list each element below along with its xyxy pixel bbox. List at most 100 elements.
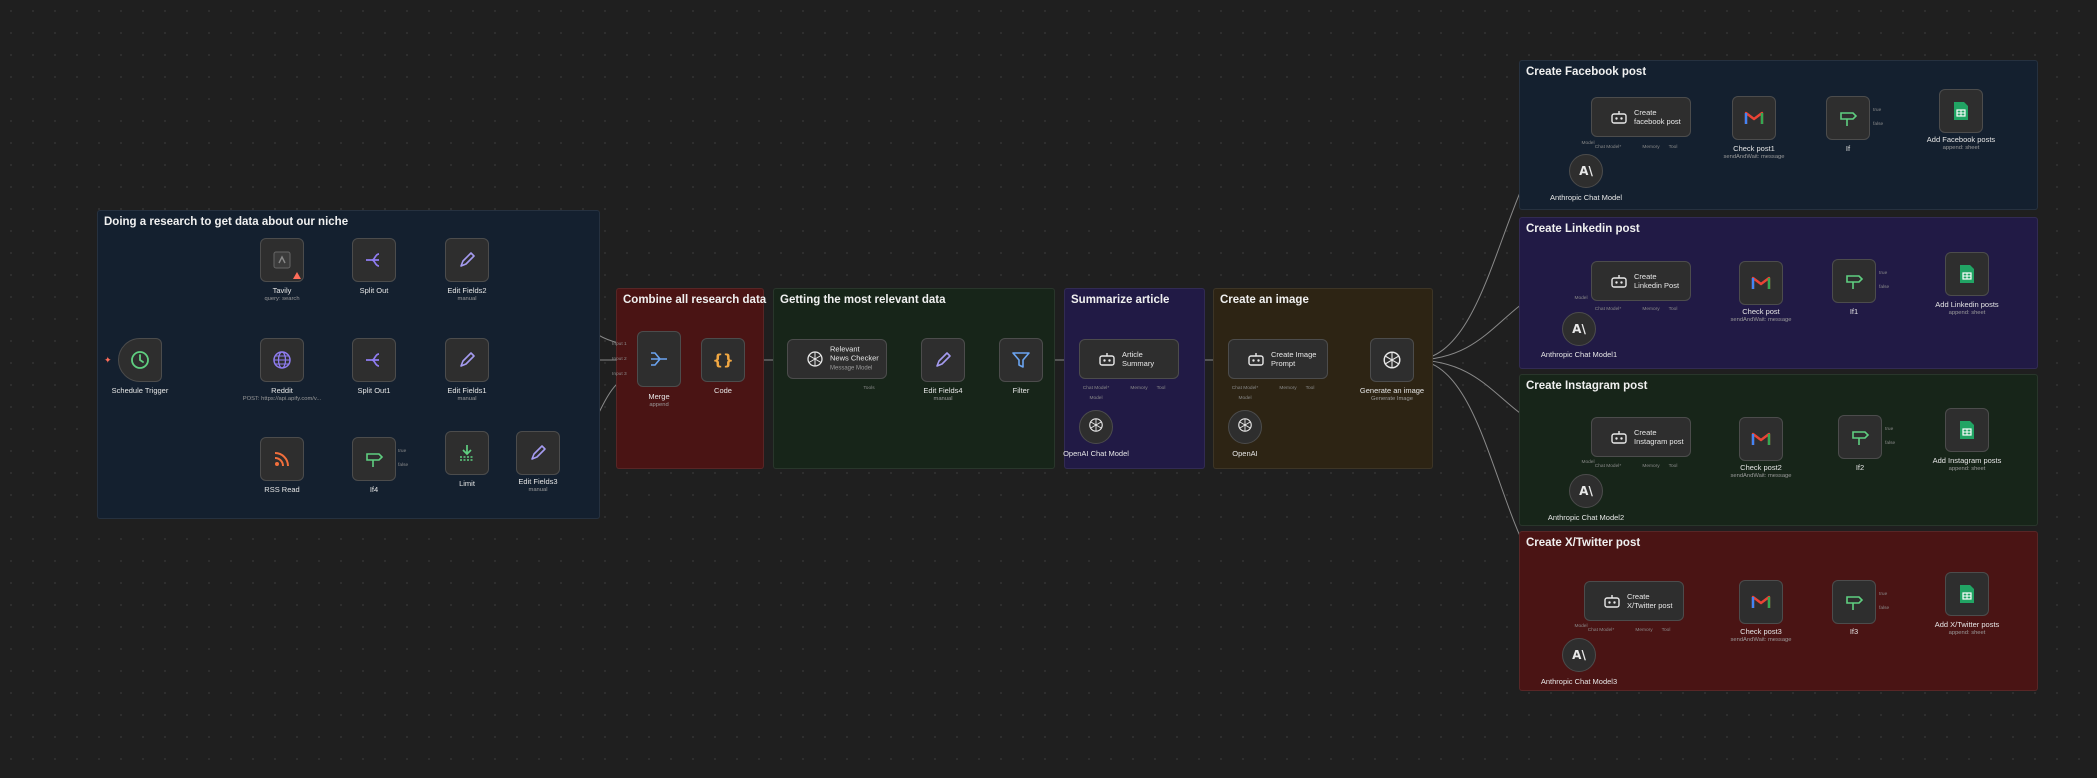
if2-false-label: false [1885, 441, 1896, 446]
label-check-post: Check post [1742, 307, 1780, 316]
label-code: Code [714, 386, 732, 395]
trigger-lightning-icon: ✦ [104, 355, 112, 365]
image-prompt-title: Create Image Prompt [1271, 350, 1317, 368]
node-add-facebook-posts[interactable] [1939, 89, 1983, 133]
node-if1[interactable] [1832, 259, 1876, 303]
node-create-linkedin-post[interactable]: Create Linkedin Post [1591, 261, 1691, 301]
if4-true-label: true [398, 449, 407, 454]
label-generate-image: Generate an image [1359, 386, 1425, 395]
label-if2: If2 [1855, 463, 1865, 472]
node-add-instagram-posts[interactable] [1945, 408, 1989, 452]
gmail-icon [1750, 272, 1772, 294]
anthropic-icon: A\ [1579, 164, 1593, 178]
node-edit-fields4[interactable] [921, 338, 965, 382]
node-if2[interactable] [1838, 415, 1882, 459]
node-if3[interactable] [1832, 580, 1876, 624]
node-article-summary[interactable]: Article Summary [1079, 339, 1179, 379]
label-edit-fields4: Edit Fields4 [923, 386, 963, 395]
node-check-post2[interactable] [1739, 417, 1783, 461]
gmail-icon [1750, 428, 1772, 450]
sheets-icon [1956, 583, 1978, 605]
node-edit-fields2[interactable] [445, 238, 489, 282]
node-anthropic-chat-model2[interactable]: A\ [1569, 474, 1603, 508]
node-if[interactable] [1826, 96, 1870, 140]
pencil-icon [932, 349, 954, 371]
node-rss-read[interactable] [260, 437, 304, 481]
pencil-icon [456, 249, 478, 271]
node-generate-image[interactable] [1370, 338, 1414, 382]
label-openai: OpenAI [1232, 449, 1258, 458]
node-split-out[interactable] [352, 238, 396, 282]
label-edit-fields1: Edit Fields1 [447, 386, 487, 395]
sub-check-post: sendAndWait: message [1730, 317, 1792, 323]
node-tavily[interactable] [260, 238, 304, 282]
label-anthropic-chat-model: Anthropic Chat Model [1549, 193, 1623, 202]
node-add-linkedin-posts[interactable] [1945, 252, 1989, 296]
node-reddit[interactable] [260, 338, 304, 382]
label-anthropic-chat-model2: Anthropic Chat Model2 [1547, 513, 1625, 522]
sub-add-instagram-posts: append: sheet [1948, 466, 1986, 472]
split-icon [363, 349, 385, 371]
node-split-out1[interactable] [352, 338, 396, 382]
label-openai-chat-model: OpenAI Chat Model [1063, 449, 1129, 458]
sub-edit-fields1: manual [457, 396, 477, 402]
node-filter[interactable] [999, 338, 1043, 382]
node-relevant-news-checker[interactable]: Relevant News Checker Message Model [787, 339, 887, 379]
section-title-twitter: Create X/Twitter post [1526, 537, 1641, 549]
label-add-instagram-posts: Add Instagram posts [1932, 456, 2002, 465]
pencil-icon [527, 442, 549, 464]
node-code[interactable]: {} [701, 338, 745, 382]
node-anthropic-chat-model3[interactable]: A\ [1562, 638, 1596, 672]
if4-false-label: false [398, 463, 409, 468]
fb-tool-label: Tool [1668, 145, 1678, 150]
node-anthropic-chat-model1[interactable]: A\ [1562, 312, 1596, 346]
node-merge[interactable] [637, 331, 681, 387]
fb-model-label: Model [1581, 141, 1595, 146]
node-if4[interactable] [352, 437, 396, 481]
label-edit-fields3: Edit Fields3 [518, 477, 558, 486]
news-checker-sub: Message Model [830, 365, 873, 372]
anthropic-icon: A\ [1572, 648, 1586, 662]
node-create-image-prompt[interactable]: Create Image Prompt [1228, 339, 1328, 379]
node-create-twitter-post[interactable]: Create X/Twitter post [1584, 581, 1684, 621]
article-summary-tool-label: Tool [1156, 386, 1166, 391]
label-if1: If1 [1849, 307, 1859, 316]
sub-tavily: query: search [264, 296, 300, 302]
label-add-linkedin-posts: Add Linkedin posts [1935, 300, 1999, 309]
node-create-facebook-post[interactable]: Create facebook post [1591, 97, 1691, 137]
node-add-twitter-posts[interactable] [1945, 572, 1989, 616]
node-schedule-trigger[interactable] [118, 338, 162, 382]
node-edit-fields3[interactable] [516, 431, 560, 475]
signpost-icon [1843, 270, 1865, 292]
sub-add-linkedin-posts: append: sheet [1948, 310, 1986, 316]
label-anthropic-chat-model3: Anthropic Chat Model3 [1540, 677, 1618, 686]
if2-true-label: true [1885, 427, 1894, 432]
image-prompt-tool-label: Tool [1305, 386, 1315, 391]
section-title-summarize: Summarize article [1071, 294, 1170, 306]
label-add-facebook-posts: Add Facebook posts [1926, 135, 1996, 144]
globe-icon [271, 349, 293, 371]
node-openai[interactable] [1228, 410, 1262, 444]
news-checker-title: Relevant News Checker [830, 344, 879, 363]
sub-generate-image: Generate Image [1371, 396, 1413, 402]
label-filter: Filter [1012, 386, 1030, 395]
robot-icon [1608, 270, 1630, 292]
node-openai-chat-model[interactable] [1079, 410, 1113, 444]
node-check-post3[interactable] [1739, 580, 1783, 624]
openai-icon [1381, 349, 1403, 371]
workflow-canvas[interactable]: Doing a research to get data about our n… [0, 0, 2097, 778]
node-check-post[interactable] [1739, 261, 1783, 305]
ig-post-title: Create Instagram post [1634, 428, 1684, 446]
node-create-instagram-post[interactable]: Create Instagram post [1591, 417, 1691, 457]
node-anthropic-chat-model[interactable]: A\ [1569, 154, 1603, 188]
label-check-post1: Check post1 [1733, 144, 1775, 153]
node-limit[interactable] [445, 431, 489, 475]
li-memory-label: Memory [1642, 307, 1660, 312]
openai-chat-model-conn-label: Model [1089, 396, 1103, 401]
merge-input2-label: Input 2 [612, 357, 627, 362]
node-check-post1[interactable] [1732, 96, 1776, 140]
label-merge: Merge [648, 392, 670, 401]
ig-tool-label: Tool [1668, 464, 1678, 469]
tw-post-title: Create X/Twitter post [1627, 592, 1673, 610]
node-edit-fields1[interactable] [445, 338, 489, 382]
